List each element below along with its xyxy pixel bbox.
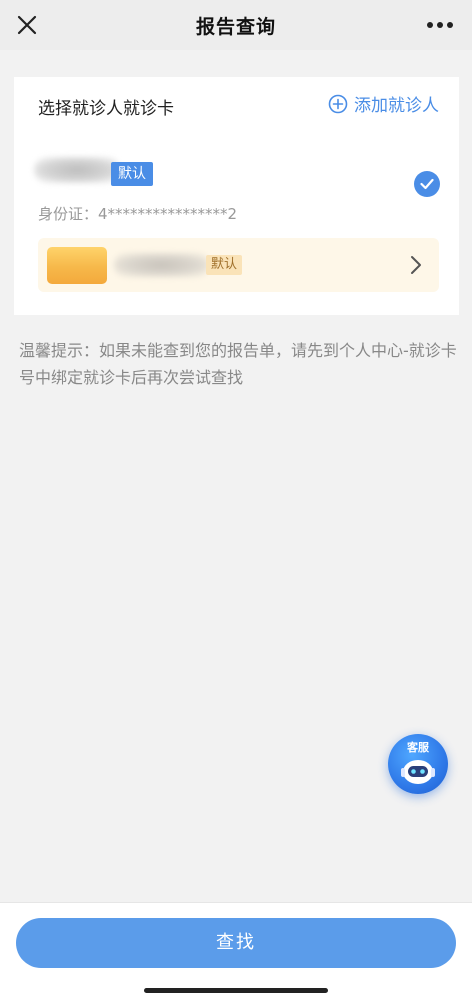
patient-name-redacted: [34, 157, 120, 183]
service-label: 客服: [407, 741, 429, 754]
selected-check-icon[interactable]: [414, 171, 440, 197]
add-patient-button[interactable]: 添加就诊人: [328, 91, 439, 116]
close-icon: [17, 15, 37, 35]
customer-service-button[interactable]: 客服: [388, 734, 448, 794]
card-default-badge: 默认: [206, 255, 243, 275]
more-button[interactable]: [420, 8, 460, 42]
nav-bar: 报告查询: [0, 0, 472, 50]
close-button[interactable]: [10, 8, 44, 42]
patient-card: 选择就诊人就诊卡 添加就诊人 默认 身份证：4****************2…: [14, 77, 459, 315]
add-patient-label: 添加就诊人: [354, 96, 439, 116]
id-value: 4****************2: [98, 205, 238, 223]
robot-icon: [401, 760, 435, 784]
chevron-right-icon: [411, 256, 421, 274]
id-number-line: 身份证：4****************2: [38, 203, 237, 224]
id-label: 身份证：: [38, 205, 99, 223]
home-indicator: [144, 988, 328, 993]
medical-card-row[interactable]: 默认: [38, 238, 439, 292]
checkmark-icon: [420, 178, 434, 190]
bottom-bar: 查找: [0, 902, 472, 1000]
card-title: 选择就诊人就诊卡: [38, 99, 174, 119]
card-number-redacted: [114, 253, 209, 277]
more-dots-icon: [427, 22, 453, 28]
plus-circle-icon: [328, 94, 348, 113]
page-title: 报告查询: [195, 15, 276, 38]
card-thumbnail: [47, 247, 107, 284]
search-button[interactable]: 查找: [16, 918, 456, 968]
default-badge: 默认: [111, 162, 153, 186]
tip-text: 温馨提示：如果未能查到您的报告单，请先到个人中心-就诊卡号中绑定就诊卡后再次尝试…: [19, 341, 457, 387]
